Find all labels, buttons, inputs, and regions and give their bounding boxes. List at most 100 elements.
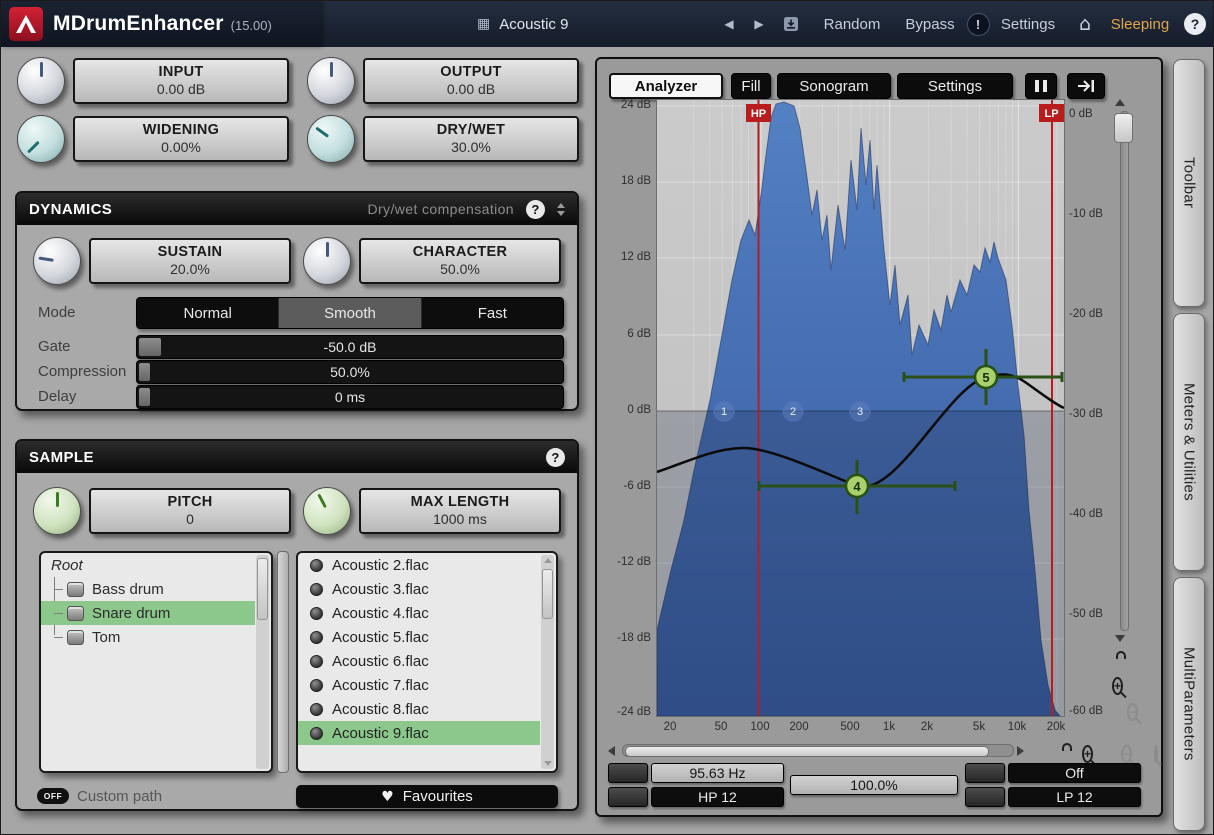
maxlength-display[interactable]: MAX LENGTH 1000 ms [359, 488, 561, 534]
favourites-button[interactable]: ♥ Favourites [296, 785, 558, 808]
file-scroll-thumb[interactable] [542, 569, 553, 619]
delay-handle[interactable] [139, 388, 150, 406]
maxlength-knob[interactable] [303, 487, 351, 535]
sustain-knob[interactable] [33, 237, 81, 285]
character-knob[interactable] [303, 237, 351, 285]
notification-button[interactable]: ! [963, 1, 993, 47]
tree-scroll-thumb[interactable] [257, 558, 268, 620]
sidebar-tab-meters-utilities[interactable]: Meters & Utilities [1173, 313, 1205, 571]
random-button[interactable]: Random [813, 1, 891, 47]
list-item[interactable]: Acoustic 6.flac [298, 649, 540, 673]
vertical-zoom-track[interactable] [1120, 111, 1129, 631]
drywet-compensation-option[interactable]: Dry/wet compensation [367, 201, 514, 217]
mode-smooth-button[interactable]: Smooth [279, 298, 421, 328]
save-preset-button[interactable] [777, 1, 805, 47]
widening-knob[interactable] [17, 115, 65, 163]
tree-root-item[interactable]: Root [41, 553, 271, 577]
pause-button[interactable] [1025, 73, 1057, 99]
list-item[interactable]: Acoustic 8.flac [298, 697, 540, 721]
mode-fast-button[interactable]: Fast [422, 298, 563, 328]
bypass-button[interactable]: Bypass [897, 1, 963, 47]
tab-sonogram[interactable]: Sonogram [777, 73, 891, 99]
horizontal-zoom-out-icon[interactable] [1121, 745, 1132, 763]
hp-mini-button[interactable] [608, 763, 648, 783]
hscroll-left-icon[interactable] [608, 746, 615, 756]
dynamics-spinner[interactable] [557, 203, 565, 216]
hp-frequency-display[interactable]: 95.63 Hz [651, 763, 784, 783]
eq-node-1[interactable]: 1 [714, 401, 734, 421]
output-display[interactable]: OUTPUT 0.00 dB [363, 58, 579, 104]
custom-path-toggle[interactable]: OFF [37, 788, 69, 804]
hp-slope-mini-button[interactable] [608, 787, 648, 807]
tree-item-tom[interactable]: Tom [41, 625, 255, 649]
mode-normal-button[interactable]: Normal [137, 298, 279, 328]
snap-to-edge-button[interactable] [1067, 73, 1105, 99]
previous-preset-button[interactable]: ◀ [715, 1, 743, 47]
pitch-knob[interactable] [33, 487, 81, 535]
scroll-down-icon[interactable] [544, 761, 552, 766]
character-display[interactable]: CHARACTER 50.0% [359, 238, 561, 284]
melda-logo-icon[interactable] [9, 7, 43, 41]
tab-fill[interactable]: Fill [731, 73, 771, 99]
zoom-reset-icon[interactable] [1154, 745, 1158, 763]
vscroll-up-icon[interactable] [1115, 99, 1125, 106]
horizontal-zoom-in-icon[interactable] [1082, 745, 1093, 763]
input-knob[interactable] [17, 57, 65, 105]
tree-item-snare-drum[interactable]: Snare drum [41, 601, 255, 625]
lp-slope-mini-button[interactable] [965, 787, 1005, 807]
lp-mini-button[interactable] [965, 763, 1005, 783]
list-item[interactable]: Acoustic 4.flac [298, 601, 540, 625]
vscroll-down-icon[interactable] [1115, 635, 1125, 642]
list-item[interactable]: Acoustic 5.flac [298, 625, 540, 649]
file-scrollbar[interactable] [541, 555, 554, 769]
sleeping-indicator[interactable]: Sleeping [1103, 1, 1177, 47]
home-button[interactable]: ⌂ [1069, 1, 1101, 47]
settings-button[interactable]: Settings [995, 1, 1061, 47]
tab-analyzer[interactable]: Analyzer [609, 73, 723, 99]
list-item[interactable]: Acoustic 7.flac [298, 673, 540, 697]
sidebar-tab-multiparameters[interactable]: MultiParameters [1173, 577, 1205, 831]
tree-scrollbar[interactable] [256, 555, 269, 769]
help-button[interactable]: ? [1179, 1, 1211, 47]
tree-item-bass-drum[interactable]: Bass drum [41, 577, 255, 601]
list-item-selected[interactable]: Acoustic 9.flac [298, 721, 540, 745]
analyzer-mix-display[interactable]: 100.0% [790, 775, 958, 795]
gate-handle[interactable] [139, 338, 161, 356]
widening-display[interactable]: WIDENING 0.00% [73, 116, 289, 162]
output-knob[interactable] [307, 57, 355, 105]
scroll-up-icon[interactable] [544, 558, 552, 563]
preset-selector[interactable]: ▦ Acoustic 9 [477, 1, 568, 47]
next-preset-button[interactable]: ▶ [745, 1, 773, 47]
sample-file-list: Acoustic 2.flac Acoustic 3.flac Acoustic… [296, 551, 558, 773]
lp-slope-value: LP 12 [1056, 789, 1092, 805]
compression-label: Compression [38, 363, 126, 380]
gate-slider[interactable]: -50.0 dB [136, 335, 564, 359]
compression-handle[interactable] [139, 363, 150, 381]
list-item[interactable]: Acoustic 3.flac [298, 577, 540, 601]
pitch-display[interactable]: PITCH 0 [89, 488, 291, 534]
horizontal-scroll-track[interactable] [622, 744, 1014, 757]
sustain-display[interactable]: SUSTAIN 20.0% [89, 238, 291, 284]
hscroll-right-icon[interactable] [1017, 746, 1024, 756]
horizontal-scroll-thumb[interactable] [625, 746, 989, 757]
delay-slider[interactable]: 0 ms [136, 385, 564, 409]
drywet-knob[interactable] [307, 115, 355, 163]
hp-slope-button[interactable]: HP 12 [651, 787, 784, 807]
drywet-display[interactable]: DRY/WET 30.0% [363, 116, 579, 162]
compression-slider[interactable]: 50.0% [136, 360, 564, 384]
eq-node-3[interactable]: 3 [850, 401, 870, 421]
input-display[interactable]: INPUT 0.00 dB [73, 58, 289, 104]
lp-frequency-display[interactable]: Off [1008, 763, 1141, 783]
list-item[interactable]: Acoustic 2.flac [298, 553, 540, 577]
spectrum-plot[interactable]: HP LP 1 2 [656, 99, 1065, 717]
vertical-zoom-out-icon[interactable] [1127, 703, 1138, 721]
tree-splitter[interactable] [277, 551, 289, 773]
vertical-zoom-in-icon[interactable] [1112, 677, 1123, 695]
tab-settings[interactable]: Settings [897, 73, 1013, 99]
dynamics-help-icon[interactable]: ? [526, 200, 545, 219]
eq-node-2[interactable]: 2 [783, 401, 803, 421]
sidebar-tab-toolbar[interactable]: Toolbar [1173, 59, 1205, 307]
vertical-zoom-thumb[interactable] [1114, 113, 1133, 143]
sample-help-icon[interactable]: ? [546, 448, 565, 467]
lp-slope-button[interactable]: LP 12 [1008, 787, 1141, 807]
